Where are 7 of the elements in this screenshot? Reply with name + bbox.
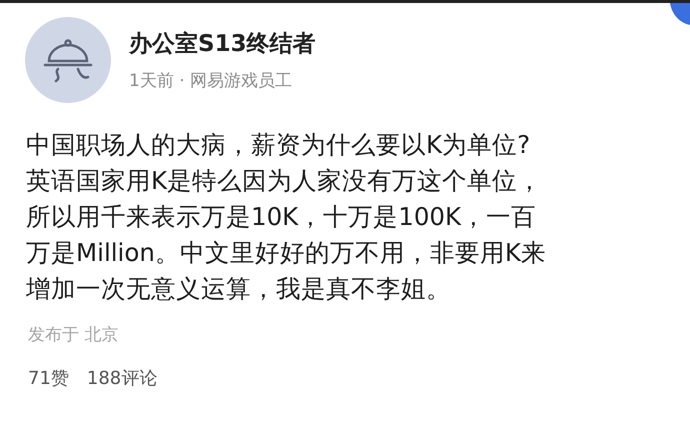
avatar-bell-icon <box>25 17 111 103</box>
author-name[interactable]: 办公室S13终结者 <box>129 28 316 59</box>
post-text: 中国职场人的大病，薪资为什么要以K为单位? 英语国家用K是特么因为人家没有万这个单位， 所以用千来表示万是10K，十万是100K，一百 万是Million。中文里好好的万不用，非要用K来 增加一次无意义运算，我是真不李姐。 <box>26 129 547 305</box>
post-meta: 1天前 · 网易游戏员工 <box>129 70 294 92</box>
comment-count[interactable]: 188评论 <box>86 366 158 390</box>
like-count[interactable]: 71赞 <box>28 366 69 390</box>
post-location: 发布于 北京 <box>28 324 120 346</box>
